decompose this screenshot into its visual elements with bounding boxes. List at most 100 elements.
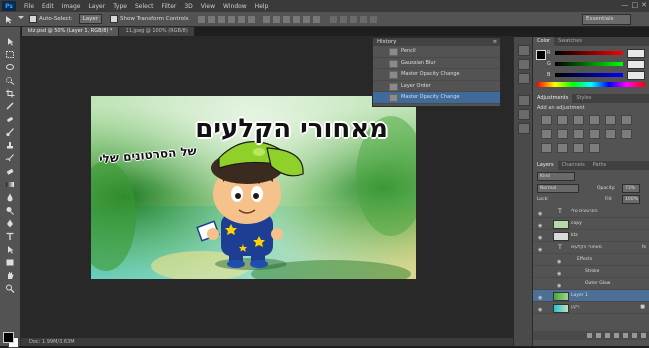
- fx-icon[interactable]: fx: [642, 242, 646, 253]
- menu-filter[interactable]: Filter: [162, 3, 177, 10]
- layer-effects-row[interactable]: ◉ Effects: [533, 254, 649, 266]
- green-slider[interactable]: G: [533, 59, 649, 69]
- hand-icon[interactable]: [5, 265, 15, 279]
- layer-row[interactable]: ◉ T מאחורי הקלעים fx: [533, 242, 649, 254]
- show-transform-checkbox[interactable]: [110, 15, 119, 23]
- new-layer-icon[interactable]: [632, 333, 637, 338]
- layer-row-selected[interactable]: ◉ Layer 1: [533, 290, 649, 302]
- brush-icon[interactable]: [5, 122, 15, 137]
- gradient-icon[interactable]: [5, 174, 15, 187]
- tab-swatches[interactable]: Swatches: [554, 37, 586, 46]
- posterize-icon[interactable]: [541, 143, 552, 153]
- selective-color-icon[interactable]: [589, 143, 600, 153]
- zoom-icon[interactable]: [5, 278, 15, 293]
- layer-row[interactable]: ◉ copy: [533, 218, 649, 230]
- path-select-icon[interactable]: [5, 239, 15, 254]
- maximize-button[interactable]: □: [632, 1, 639, 9]
- blend-mode-dropdown[interactable]: Normal: [537, 184, 579, 193]
- hue-saturation-icon[interactable]: [621, 115, 632, 125]
- history-item-current[interactable]: Master Opacity Change: [373, 92, 500, 104]
- dodge-icon[interactable]: [5, 200, 15, 215]
- history-item[interactable]: Gaussian Blur: [373, 58, 500, 70]
- tab-channels[interactable]: Channels: [558, 161, 589, 170]
- tab-styles[interactable]: Styles: [572, 94, 595, 103]
- lasso-icon[interactable]: [5, 57, 15, 70]
- panel-menu-icon[interactable]: ≡: [493, 39, 497, 45]
- adjustment-layer-icon[interactable]: [614, 333, 619, 338]
- close-button[interactable]: ✕: [641, 1, 647, 9]
- threshold-icon[interactable]: [557, 143, 568, 153]
- minimize-button[interactable]: —: [622, 1, 629, 9]
- foreground-color-swatch[interactable]: [3, 332, 14, 343]
- layer-filter-dropdown[interactable]: Kind: [537, 172, 575, 181]
- shape-icon[interactable]: [5, 252, 15, 266]
- layer-effect-row[interactable]: ◉ Outer Glow: [533, 278, 649, 290]
- auto-select-dropdown[interactable]: Layer: [78, 14, 103, 24]
- blue-value-field[interactable]: [627, 71, 645, 80]
- paragraph-panel-icon[interactable]: [518, 109, 530, 120]
- color-spectrum-bar[interactable]: [537, 82, 645, 87]
- history-item[interactable]: Pencil: [373, 46, 500, 58]
- history-item[interactable]: Master Opacity Change: [373, 69, 500, 81]
- menu-select[interactable]: Select: [135, 3, 154, 10]
- blur-icon[interactable]: [5, 187, 15, 202]
- vibrance-icon[interactable]: [605, 115, 616, 125]
- red-slider[interactable]: R: [533, 48, 649, 58]
- history-panel-icon[interactable]: [518, 45, 530, 56]
- menu-type[interactable]: Type: [113, 3, 127, 10]
- layer-row[interactable]: ◉ רקע ■: [533, 302, 649, 314]
- properties-panel-icon[interactable]: [518, 73, 530, 84]
- levels-icon[interactable]: [557, 115, 568, 125]
- color-balance-icon[interactable]: [541, 129, 552, 139]
- healing-icon[interactable]: [5, 109, 15, 122]
- menu-layer[interactable]: Layer: [88, 3, 105, 10]
- history-item[interactable]: Layer Order: [373, 81, 500, 93]
- menu-view[interactable]: View: [201, 3, 215, 10]
- menu-file[interactable]: File: [24, 3, 34, 10]
- green-value-field[interactable]: [627, 60, 645, 69]
- exposure-icon[interactable]: [589, 115, 600, 125]
- visibility-eye-icon[interactable]: ◉: [538, 305, 542, 316]
- history-brush-icon[interactable]: [5, 148, 15, 162]
- color-lookup-icon[interactable]: [605, 129, 616, 139]
- eyedropper-icon[interactable]: [5, 96, 15, 110]
- tool-preset-dropdown[interactable]: [18, 16, 24, 22]
- type-icon[interactable]: [5, 226, 15, 240]
- eraser-icon[interactable]: [5, 161, 15, 175]
- red-value-field[interactable]: [627, 49, 645, 58]
- layer-effect-row[interactable]: ◉ Stroke: [533, 266, 649, 278]
- artwork-canvas[interactable]: מאחורי הקלעים של הסרטונים שלי: [91, 96, 416, 279]
- align-buttons[interactable]: [198, 15, 256, 23]
- tab-color[interactable]: Color: [533, 37, 555, 46]
- menu-edit[interactable]: Edit: [42, 3, 54, 10]
- workspace-switcher[interactable]: Essentials: [582, 14, 631, 25]
- distribute-buttons[interactable]: [263, 15, 321, 23]
- black-white-icon[interactable]: [557, 129, 568, 139]
- tab-paths[interactable]: Paths: [589, 161, 611, 170]
- tab-11-jpeg[interactable]: 11.jpeg @ 100% (RGB/8): [119, 27, 195, 36]
- fx-icon[interactable]: [596, 333, 601, 338]
- invert-icon[interactable]: [621, 129, 632, 139]
- character-panel-icon[interactable]: [518, 95, 530, 106]
- menu-window[interactable]: Window: [223, 3, 247, 10]
- quick-select-icon[interactable]: [5, 70, 15, 85]
- menu-help[interactable]: Help: [255, 3, 269, 10]
- layer-row[interactable]: ◉ ktz: [533, 230, 649, 242]
- blue-slider[interactable]: B: [533, 70, 649, 80]
- tab-layers[interactable]: Layers: [533, 161, 558, 170]
- curves-icon[interactable]: [573, 115, 584, 125]
- trash-icon[interactable]: [641, 333, 646, 338]
- move-icon[interactable]: [5, 31, 15, 46]
- fill-field[interactable]: 100%: [622, 195, 640, 204]
- move-tool-icon[interactable]: [4, 15, 14, 24]
- actions-panel-icon[interactable]: [518, 59, 530, 70]
- auto-select-checkbox[interactable]: [29, 15, 37, 23]
- link-icon[interactable]: [587, 333, 592, 338]
- tab-adjustments[interactable]: Adjustments: [533, 94, 573, 103]
- menu-image[interactable]: Image: [62, 3, 81, 10]
- pen-icon[interactable]: [5, 213, 15, 228]
- tab-ktz-psd[interactable]: ktz.psd @ 50% (Layer 1, RGB/8) *: [22, 27, 120, 36]
- menu-3d[interactable]: 3D: [184, 3, 192, 10]
- crop-icon[interactable]: [5, 83, 15, 98]
- photo-filter-icon[interactable]: [573, 129, 584, 139]
